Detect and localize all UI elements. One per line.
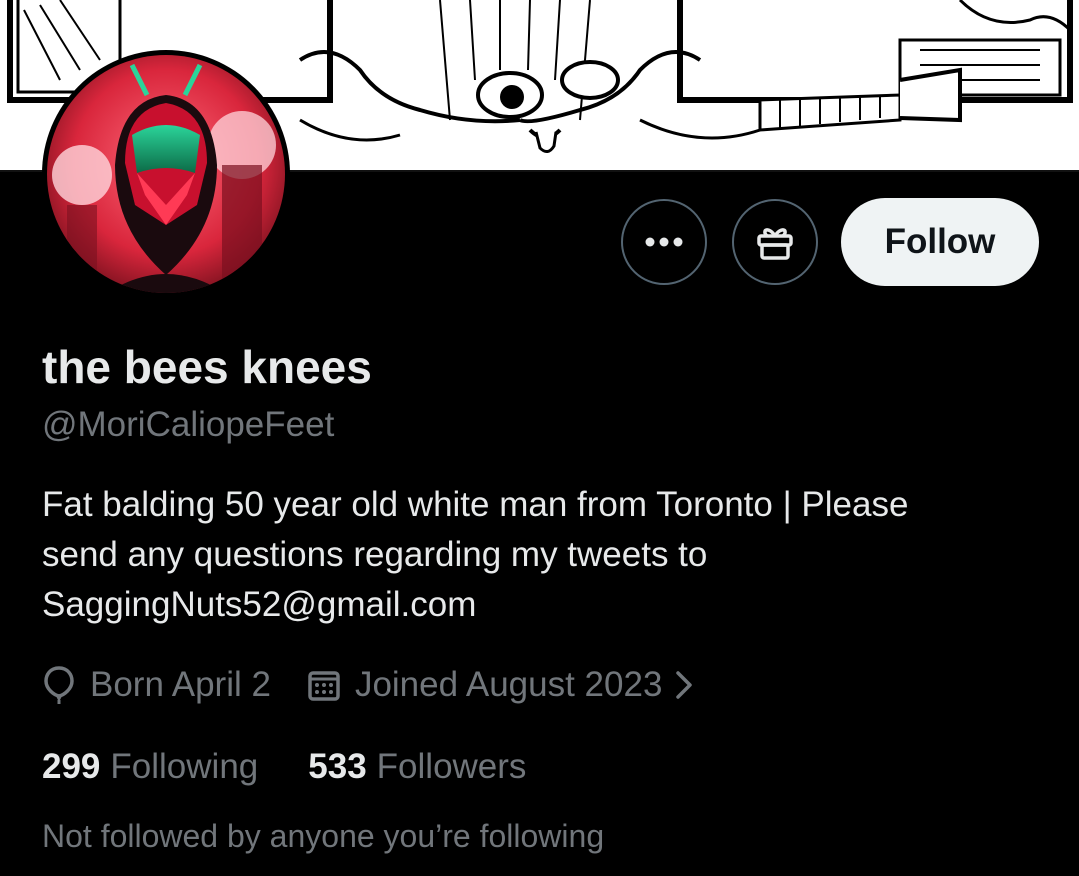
gift-button[interactable] [732, 199, 818, 285]
username-handle: @MoriCaliopeFeet [42, 405, 335, 444]
following-link[interactable]: 299 Following [42, 747, 258, 787]
profile-meta: Born April 2 Joined August 2023 [42, 660, 694, 710]
more-options-button[interactable] [621, 199, 707, 285]
follow-button[interactable]: Follow [841, 198, 1039, 286]
birthday-item: Born April 2 [42, 665, 271, 705]
mutual-followers-note: Not followed by anyone you’re following [42, 818, 605, 854]
followers-count: 533 [308, 747, 367, 786]
following-count: 299 [42, 747, 101, 786]
profile-bio: Fat balding 50 year old white man from T… [42, 480, 1042, 630]
follow-button-label: Follow [884, 222, 996, 261]
followers-link[interactable]: 533 Followers [308, 747, 526, 787]
balloon-icon [42, 665, 76, 705]
follow-stats: 299 Following 533 Followers [42, 742, 526, 792]
birthday-text: Born April 2 [90, 665, 271, 704]
followers-label: Followers [376, 747, 527, 786]
bio-email-line[interactable]: SaggingNuts52@gmail.com [42, 580, 1042, 630]
display-name: the bees knees [42, 341, 372, 393]
chevron-right-icon [674, 669, 694, 701]
joined-text: Joined August 2023 [354, 665, 663, 704]
bio-line: send any questions regarding my tweets t… [42, 535, 708, 574]
gift-icon [757, 228, 793, 260]
avatar-masked-hero-illustration [47, 55, 285, 293]
joined-item[interactable]: Joined August 2023 [307, 665, 694, 705]
more-horizontal-icon [645, 237, 683, 247]
avatar-image [47, 55, 285, 293]
bio-line: Fat balding 50 year old white man from T… [42, 485, 909, 524]
following-label: Following [110, 747, 259, 786]
calendar-icon [307, 668, 341, 702]
avatar[interactable] [42, 50, 290, 298]
